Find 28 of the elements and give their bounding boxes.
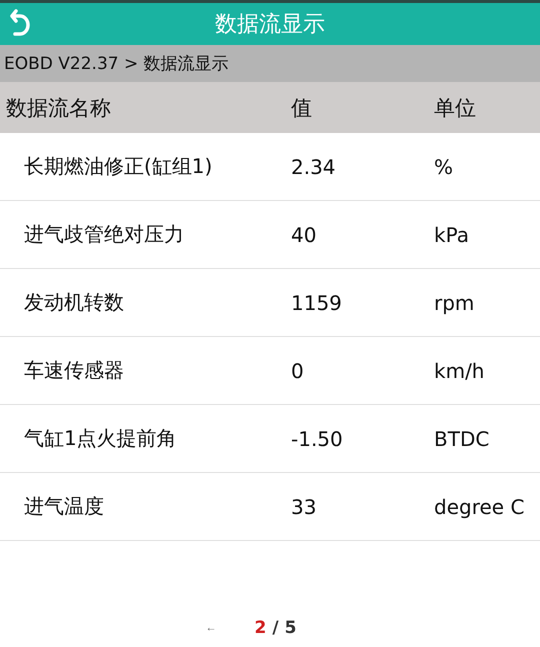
parameter-value: 0 bbox=[291, 358, 304, 382]
parameter-value: 2.34 bbox=[291, 154, 336, 178]
breadcrumb: EOBD V22.37 > 数据流显示 bbox=[4, 53, 229, 75]
parameter-unit: rpm bbox=[434, 290, 474, 314]
parameter-name: 车速传感器 bbox=[24, 358, 124, 382]
previous-page-button[interactable]: ← bbox=[204, 620, 219, 636]
total-pages: 5 bbox=[284, 618, 296, 638]
parameter-unit: degree C bbox=[434, 494, 524, 518]
parameter-name: 进气温度 bbox=[24, 494, 104, 518]
current-page: 2 bbox=[254, 618, 266, 638]
column-header: 值 bbox=[291, 96, 312, 120]
parameter-value: 40 bbox=[291, 222, 316, 246]
parameter-value: 33 bbox=[291, 494, 316, 518]
parameter-unit: BTDC bbox=[434, 426, 490, 450]
parameter-name: 长期燃油修正(缸组1) bbox=[24, 154, 212, 178]
screen-title: 数据流显示 bbox=[215, 11, 325, 39]
parameter-value: 1159 bbox=[291, 290, 342, 314]
parameter-unit: km/h bbox=[434, 358, 484, 382]
back-arrow-icon bbox=[10, 9, 32, 39]
parameter-value: -1.50 bbox=[291, 426, 343, 450]
column-header: 数据流名称 bbox=[6, 96, 111, 120]
parameter-name: 发动机转数 bbox=[24, 290, 124, 314]
parameter-unit: kPa bbox=[434, 222, 469, 246]
parameter-name: 气缸1点火提前角 bbox=[24, 426, 177, 450]
column-header: 单位 bbox=[434, 96, 476, 120]
page-separator: / bbox=[272, 618, 279, 638]
parameter-name: 进气歧管绝对压力 bbox=[24, 222, 184, 246]
parameter-unit: % bbox=[434, 154, 454, 178]
